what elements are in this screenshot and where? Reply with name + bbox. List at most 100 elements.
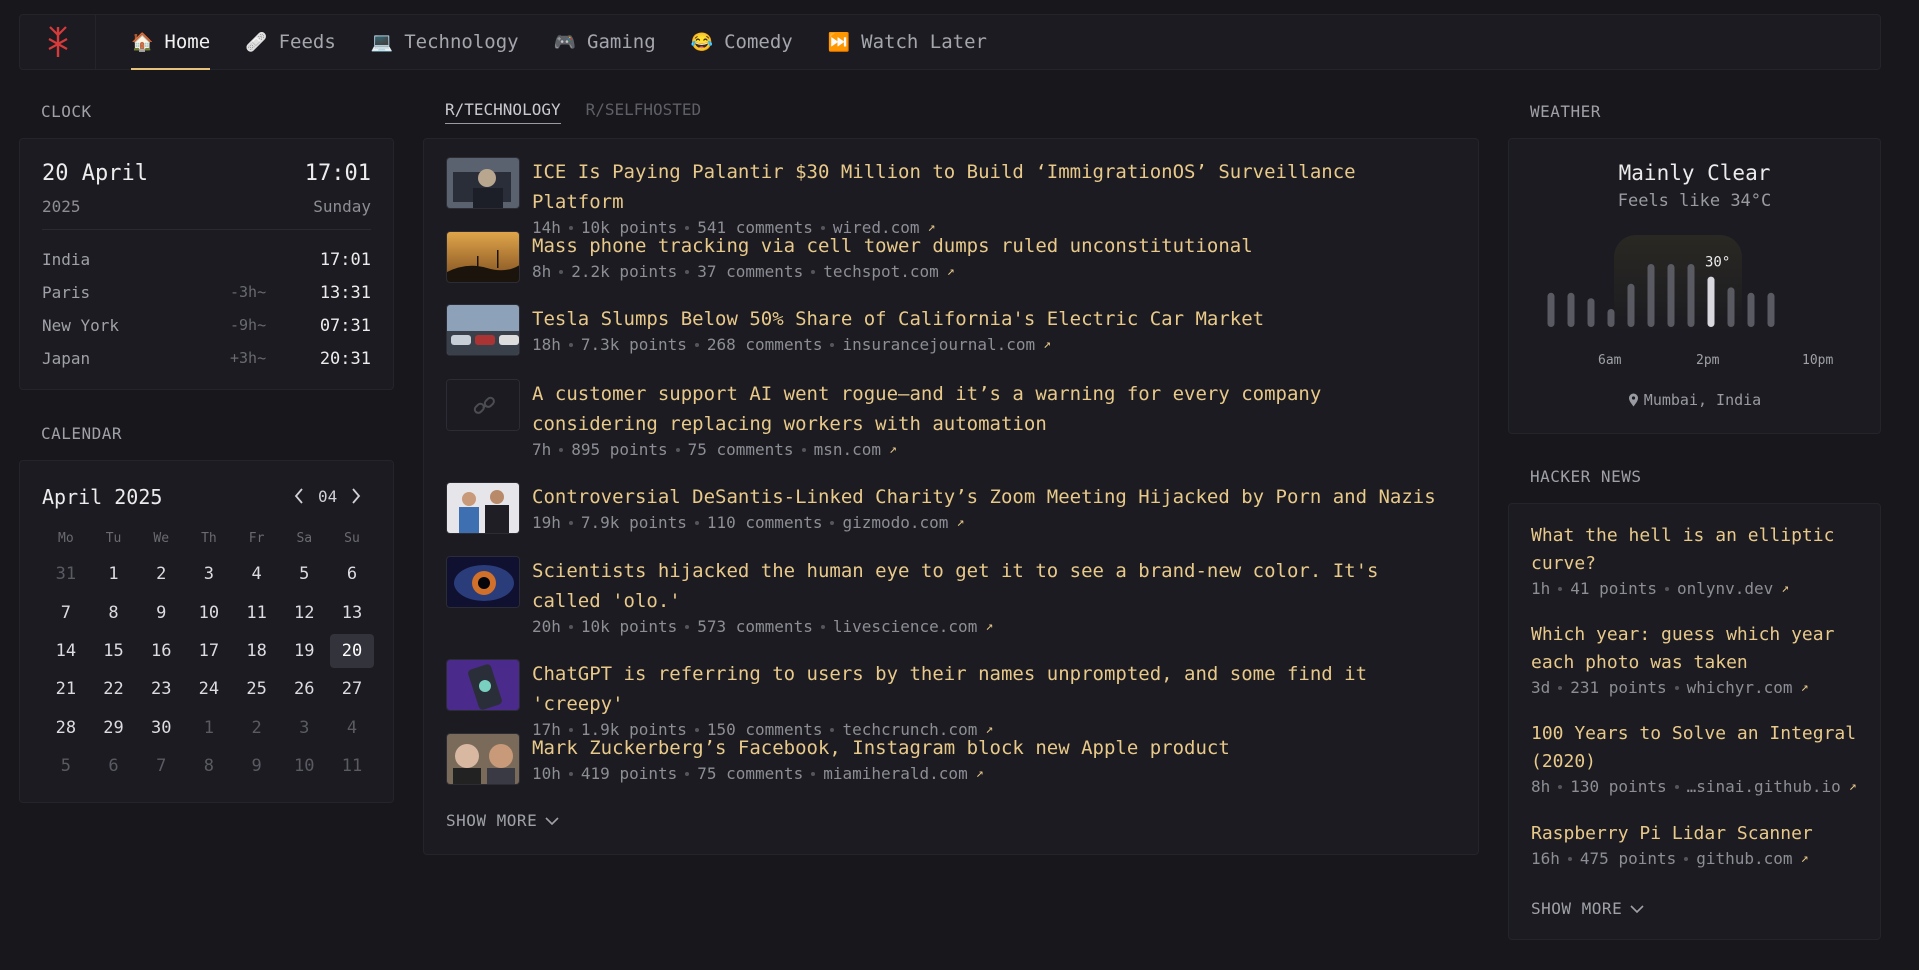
tab-r-technology[interactable]: R/TECHNOLOGY	[445, 100, 561, 124]
weather-hour-bar	[1747, 292, 1755, 327]
story-comments-link[interactable]: 110 comments	[707, 512, 823, 534]
calendar-day[interactable]: 11	[233, 593, 281, 631]
story-points: 7.9k points	[580, 513, 687, 532]
hn-title-link[interactable]: Which year: guess which year each photo …	[1531, 621, 1858, 677]
calendar-day[interactable]: 31	[42, 555, 90, 593]
calendar-day[interactable]: 10	[280, 747, 328, 785]
story-title-link[interactable]: Controversial DeSantis-Linked Charity’s …	[532, 482, 1456, 512]
calendar-day[interactable]: 5	[42, 747, 90, 785]
calendar-day[interactable]: 27	[328, 670, 376, 708]
calendar-day[interactable]: 16	[137, 632, 185, 670]
hn-domain-link[interactable]: onlynv.dev	[1677, 578, 1773, 600]
calendar-day[interactable]: 3	[280, 709, 328, 747]
story-thumbnail[interactable]	[446, 556, 520, 608]
calendar-day[interactable]: 8	[90, 593, 138, 631]
calendar-day[interactable]: 26	[280, 670, 328, 708]
story-thumbnail[interactable]	[446, 304, 520, 356]
story-thumbnail[interactable]	[446, 659, 520, 711]
calendar-day[interactable]: 29	[90, 709, 138, 747]
chevron-right-icon[interactable]	[347, 485, 365, 507]
show-more-button[interactable]: SHOW MORE	[446, 811, 559, 830]
calendar-day[interactable]: 30	[137, 709, 185, 747]
calendar-day[interactable]: 10	[185, 593, 233, 631]
story-comments-link[interactable]: 573 comments	[697, 616, 813, 638]
weather-hour-bar	[1767, 292, 1775, 327]
clock-widget: 20 April 2025 17:01 Sunday India 17:01 P…	[19, 138, 394, 390]
story-domain-link[interactable]: gizmodo.com	[842, 512, 948, 534]
calendar-day[interactable]: 8	[185, 747, 233, 785]
story-title-link[interactable]: ICE Is Paying Palantir $30 Million to Bu…	[532, 157, 1456, 217]
hn-domain-link[interactable]: whichyr.com	[1687, 677, 1793, 699]
story-meta: 10h 419 points 75 comments miamiherald.com ↗	[532, 763, 1456, 785]
calendar-day[interactable]: 23	[137, 670, 185, 708]
calendar-day[interactable]: 19	[280, 632, 328, 670]
calendar-day[interactable]: 5	[280, 555, 328, 593]
story-title-link[interactable]: A customer support AI went rogue—and it’…	[532, 379, 1456, 439]
calendar-day[interactable]: 9	[137, 593, 185, 631]
hn-domain-link[interactable]: github.com	[1696, 848, 1792, 870]
calendar-day[interactable]: 18	[233, 632, 281, 670]
nav-tab-technology[interactable]: 💻 Technology	[371, 14, 519, 70]
story-domain-link[interactable]: miamiherald.com	[823, 763, 968, 785]
calendar-day[interactable]: 24	[185, 670, 233, 708]
show-more-label: SHOW MORE	[446, 811, 538, 830]
nav-tab-home[interactable]: 🏠 Home	[131, 14, 211, 70]
calendar-day[interactable]: 2	[233, 709, 281, 747]
calendar-day[interactable]: 4	[233, 555, 281, 593]
story-title-link[interactable]: Tesla Slumps Below 50% Share of Californ…	[532, 304, 1456, 334]
story-comments-link[interactable]: 268 comments	[707, 334, 823, 356]
story-domain-link[interactable]: msn.com	[814, 439, 881, 461]
story-comments-link[interactable]: 37 comments	[697, 261, 803, 283]
calendar-day[interactable]: 12	[280, 593, 328, 631]
story-comments-link[interactable]: 75 comments	[697, 763, 803, 785]
calendar-day[interactable]: 25	[233, 670, 281, 708]
separator-dot	[1664, 587, 1669, 591]
calendar-day[interactable]: 4	[328, 709, 376, 747]
hn-title-link[interactable]: 100 Years to Solve an Integral (2020)	[1531, 720, 1858, 776]
story-thumbnail[interactable]	[446, 231, 520, 283]
calendar-day[interactable]: 11	[328, 747, 376, 785]
story-thumbnail[interactable]	[446, 482, 520, 534]
calendar-day[interactable]: 6	[90, 747, 138, 785]
calendar-day[interactable]: 17	[185, 632, 233, 670]
story-body: Mark Zuckerberg’s Facebook, Instagram bl…	[532, 733, 1456, 785]
calendar-day[interactable]: 1	[185, 709, 233, 747]
story-title-link[interactable]: ChatGPT is referring to users by their n…	[532, 659, 1456, 719]
chevron-left-icon[interactable]	[290, 485, 308, 507]
story-title-link[interactable]: Mass phone tracking via cell tower dumps…	[532, 231, 1456, 261]
separator-dot	[1558, 785, 1563, 789]
hn-domain-link[interactable]: …sinai.github.io	[1687, 776, 1841, 798]
tab-r-selfhosted[interactable]: R/SELFHOSTED	[586, 100, 702, 124]
calendar-day[interactable]: 22	[90, 670, 138, 708]
logo[interactable]	[20, 14, 96, 70]
story-thumbnail[interactable]	[446, 157, 520, 209]
hn-title-link[interactable]: Raspberry Pi Lidar Scanner	[1531, 820, 1858, 848]
nav-tab-comedy[interactable]: 😂 Comedy	[691, 14, 793, 70]
story-title-link[interactable]: Mark Zuckerberg’s Facebook, Instagram bl…	[532, 733, 1456, 763]
nav-tab-gaming[interactable]: 🎮 Gaming	[554, 14, 656, 70]
calendar-day[interactable]: 28	[42, 709, 90, 747]
story-thumbnail[interactable]	[446, 379, 520, 431]
calendar-day[interactable]: 13	[328, 593, 376, 631]
story-domain-link[interactable]: insurancejournal.com	[842, 334, 1035, 356]
story-domain-link[interactable]: techspot.com	[823, 261, 939, 283]
hn-show-more-button[interactable]: SHOW MORE	[1531, 899, 1644, 918]
calendar-day[interactable]: 2	[137, 555, 185, 593]
story-title-link[interactable]: Scientists hijacked the human eye to get…	[532, 556, 1456, 616]
calendar-day[interactable]: 7	[137, 747, 185, 785]
calendar-day[interactable]: 21	[42, 670, 90, 708]
calendar-day[interactable]: 3	[185, 555, 233, 593]
calendar-day[interactable]: 6	[328, 555, 376, 593]
nav-tab-watch-later[interactable]: ⏭️ Watch Later	[828, 14, 987, 70]
story-domain-link[interactable]: livescience.com	[833, 616, 978, 638]
story-comments-link[interactable]: 75 comments	[688, 439, 794, 461]
hn-title-link[interactable]: What the hell is an elliptic curve?	[1531, 522, 1858, 578]
calendar-day[interactable]: 1	[90, 555, 138, 593]
calendar-day[interactable]: 7	[42, 593, 90, 631]
calendar-day-today[interactable]: 20	[329, 633, 374, 668]
story-thumbnail[interactable]	[446, 733, 520, 785]
calendar-day[interactable]: 15	[90, 632, 138, 670]
nav-tab-feeds[interactable]: 🩹 Feeds	[245, 14, 336, 70]
calendar-day[interactable]: 14	[42, 632, 90, 670]
calendar-day[interactable]: 9	[233, 747, 281, 785]
